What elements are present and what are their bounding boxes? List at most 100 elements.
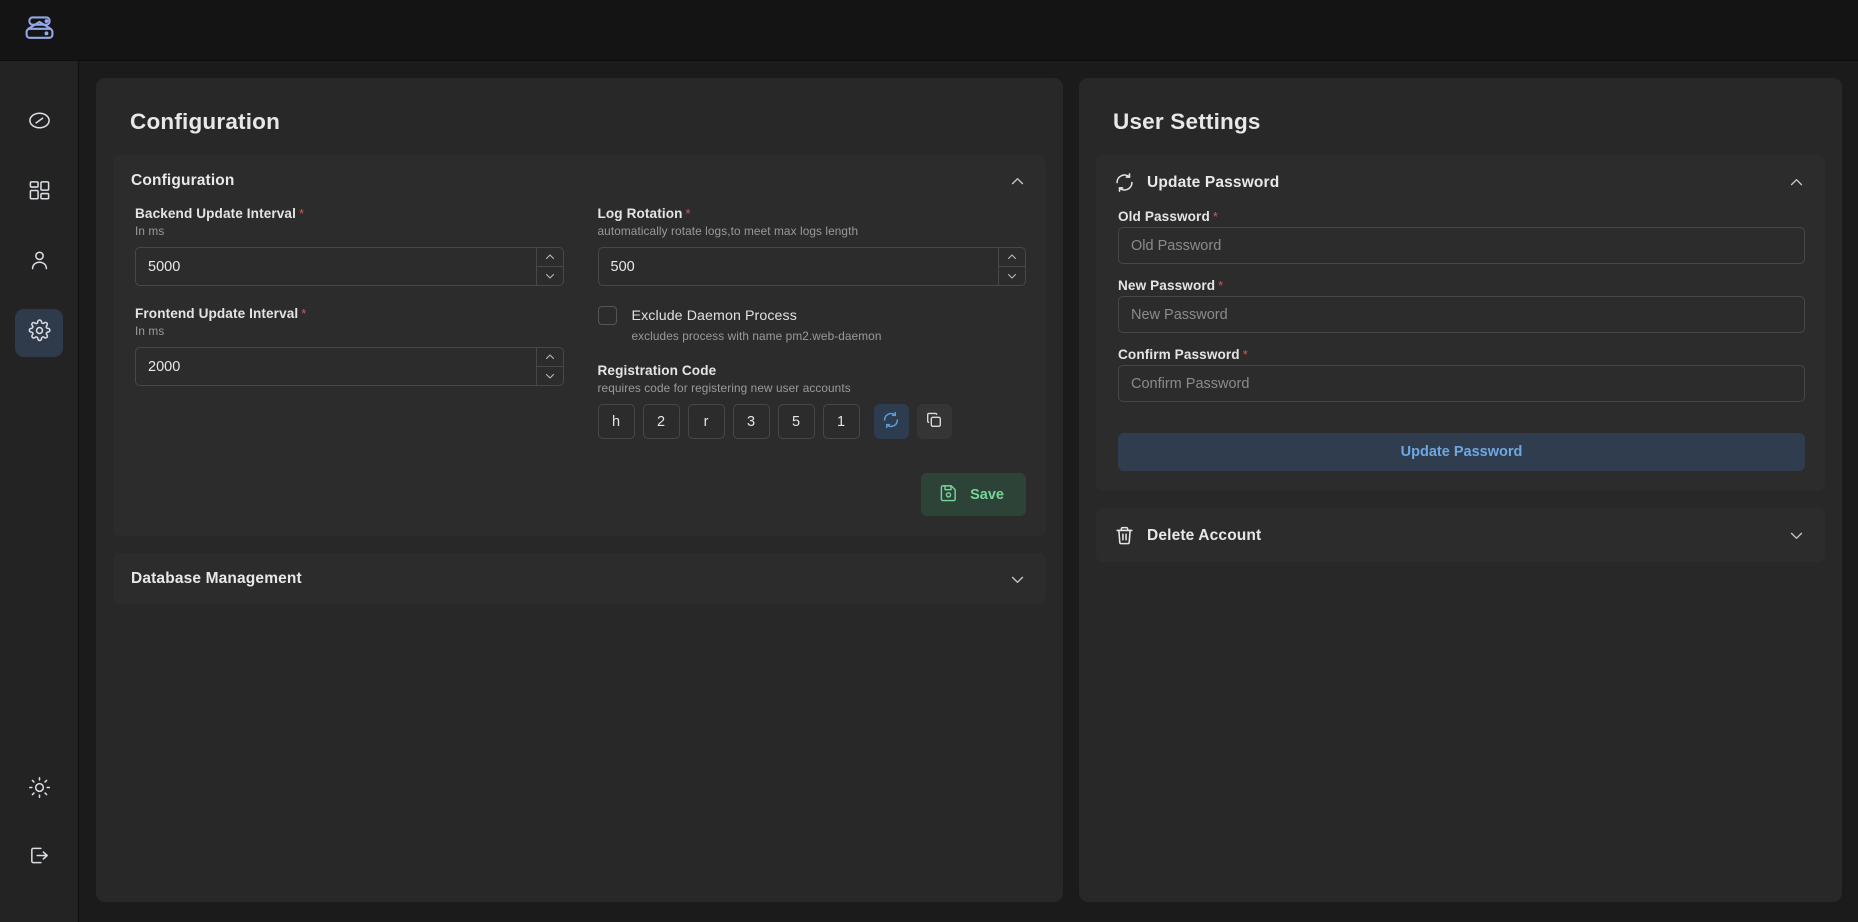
registration-code-char[interactable]: h: [597, 404, 635, 439]
configuration-card-header[interactable]: Configuration: [113, 155, 1046, 206]
user-settings-title: User Settings: [1113, 109, 1261, 134]
confirm-password-field: Confirm Password *: [1118, 347, 1805, 402]
page-title: Configuration: [130, 109, 281, 134]
required-marker: *: [1218, 278, 1224, 293]
old-password-input[interactable]: [1118, 227, 1805, 264]
configuration-right-column: Log Rotation * automatically rotate logs,…: [597, 206, 1027, 459]
configuration-card: Configuration Backend Update Interval * …: [113, 155, 1046, 536]
frontend-update-interval-field: Frontend Update Interval * In ms: [135, 306, 564, 386]
registration-code-char[interactable]: 2: [642, 404, 680, 439]
label-text: New Password: [1118, 278, 1216, 293]
log-rotation-stepper[interactable]: [597, 247, 1026, 286]
logout-icon: [28, 844, 51, 872]
log-rotation-hint: automatically rotate logs,to meet max lo…: [597, 224, 859, 238]
log-rotation-spinner-down[interactable]: [999, 267, 1025, 285]
log-rotation-spinner-up[interactable]: [999, 248, 1025, 267]
top-bar: [0, 0, 1858, 61]
frontend-spinner-down[interactable]: [537, 367, 563, 385]
frontend-update-interval-stepper[interactable]: [135, 347, 564, 386]
chevron-down-icon[interactable]: [1009, 571, 1026, 588]
update-password-card-header[interactable]: Update Password: [1096, 155, 1825, 209]
registration-code-char[interactable]: r: [687, 404, 725, 439]
backend-spinner-up[interactable]: [536, 248, 563, 267]
database-management-card-header[interactable]: Database Management: [113, 553, 1046, 604]
label-text: Old Password: [1118, 209, 1210, 224]
confirm-password-input[interactable]: [1118, 365, 1805, 402]
backend-spinner: [535, 248, 563, 285]
exclude-daemon-process-row[interactable]: Exclude Daemon Process: [597, 306, 1027, 325]
registration-code-field: Registration Code requires code for regi…: [597, 363, 1027, 439]
confirm-password-label: Confirm Password *: [1118, 347, 1805, 362]
update-password-card-title: Update Password: [1147, 173, 1280, 191]
grid-icon: [28, 179, 51, 207]
log-rotation-input[interactable]: [598, 248, 998, 285]
log-rotation-field: Log Rotation * automatically rotate logs,…: [597, 206, 1027, 286]
exclude-daemon-process-checkbox[interactable]: [597, 306, 617, 325]
new-password-field: New Password *: [1118, 278, 1805, 333]
sidebar-item-theme-toggle[interactable]: [15, 766, 63, 814]
backend-update-interval-label: Backend Update Interval *: [135, 206, 564, 221]
frontend-update-interval-label: Frontend Update Interval *: [135, 306, 564, 321]
registration-code-char[interactable]: 3: [732, 404, 770, 439]
required-marker: *: [1212, 209, 1219, 224]
sun-icon: [28, 776, 51, 804]
log-rotation-label: Log Rotation *: [598, 206, 1027, 221]
chevron-down-icon[interactable]: [1788, 527, 1805, 544]
registration-code-row: h 2 r 3 5 1: [597, 404, 1027, 439]
backend-update-interval-field: Backend Update Interval * In ms: [135, 206, 564, 286]
registration-code-hint: requires code for registering new user a…: [597, 381, 851, 395]
delete-account-card-title: Delete Account: [1147, 526, 1262, 544]
backend-update-interval-input[interactable]: [136, 248, 536, 285]
update-password-button[interactable]: Update Password: [1118, 433, 1805, 471]
registration-code-char[interactable]: 5: [777, 404, 815, 439]
gauge-icon: [28, 109, 51, 137]
update-password-card: Update Password Old Password * New Passw…: [1096, 155, 1825, 491]
save-button-label: Save: [970, 486, 1004, 503]
label-text: Confirm Password: [1118, 347, 1240, 362]
configuration-card-body: Backend Update Interval * In ms 5000 Fro…: [113, 206, 1046, 536]
new-password-input[interactable]: [1118, 296, 1805, 333]
refresh-icon: [1114, 172, 1135, 193]
regenerate-code-button[interactable]: [873, 404, 909, 439]
required-marker: *: [1242, 347, 1248, 362]
old-password-field: Old Password *: [1118, 209, 1805, 264]
sidebar-item-applications[interactable]: [15, 169, 63, 217]
required-marker: *: [298, 206, 305, 221]
registration-code-label: Registration Code: [597, 363, 717, 378]
new-password-label: New Password *: [1118, 278, 1805, 293]
frontend-update-interval-hint: In ms: [135, 324, 165, 338]
user-settings-panel: User Settings Update Password Old Passwo…: [1079, 78, 1842, 902]
registration-code-char[interactable]: 1: [822, 404, 860, 439]
refresh-icon: [882, 411, 900, 432]
save-icon: [939, 483, 958, 506]
chevron-up-icon[interactable]: [1009, 173, 1026, 190]
exclude-daemon-process-label: Exclude Daemon Process: [631, 307, 797, 324]
database-management-card: Database Management: [113, 553, 1046, 604]
copy-code-button[interactable]: [916, 404, 952, 439]
delete-account-card-header[interactable]: Delete Account: [1096, 508, 1825, 562]
log-rotation-spinner: [998, 248, 1025, 285]
chevron-up-icon[interactable]: [1788, 174, 1805, 191]
brand-logo[interactable]: [0, 0, 79, 61]
save-button[interactable]: Save: [921, 473, 1026, 516]
backend-spinner-down[interactable]: [537, 267, 563, 285]
label-text: Backend Update Interval: [135, 206, 296, 221]
sidebar-item-settings[interactable]: [15, 309, 63, 357]
main-content: Configuration Configuration Backend Upda…: [79, 61, 1858, 922]
trash-icon: [1114, 525, 1135, 546]
configuration-card-title: Configuration: [131, 172, 235, 189]
sidebar-item-logout[interactable]: [15, 834, 63, 882]
backend-update-interval-hint: In ms: [135, 224, 165, 238]
configuration-panel: Configuration Configuration Backend Upda…: [96, 78, 1063, 902]
frontend-update-interval-input[interactable]: [136, 348, 536, 385]
sidebar-item-users[interactable]: [15, 239, 63, 287]
sidebar: [0, 61, 79, 922]
backend-update-interval-stepper[interactable]: [135, 247, 564, 286]
delete-account-card: Delete Account: [1096, 508, 1825, 562]
sidebar-item-dashboard[interactable]: [15, 99, 63, 147]
label-text: Log Rotation: [597, 206, 683, 221]
copy-icon: [925, 411, 943, 432]
required-marker: *: [301, 306, 307, 321]
frontend-spinner-up[interactable]: [536, 348, 563, 367]
exclude-daemon-process-hint: excludes process with name pm2.web-daemo…: [631, 329, 882, 343]
